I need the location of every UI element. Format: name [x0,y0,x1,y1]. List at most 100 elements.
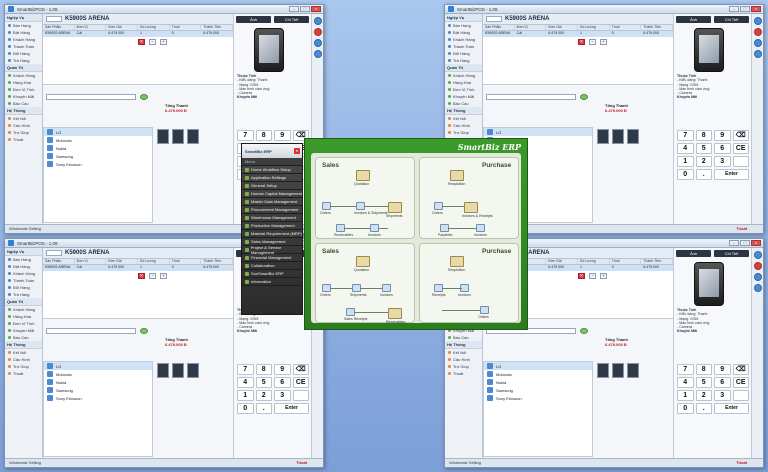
sidebar-item[interactable]: Thanh Toán [5,277,42,284]
nav-section-admin[interactable]: Quản Trị [5,298,42,306]
menu-item[interactable]: Human Capital Management [242,190,302,198]
delete-row-button[interactable]: ✕ [578,39,585,45]
list-item[interactable]: Sony Ericsson [44,160,152,168]
menu-item[interactable]: Financial Management [242,254,302,262]
maximize-button[interactable]: □ [740,6,750,12]
sidebar-item[interactable]: Khuyến Mãi [5,327,42,334]
table-row[interactable]: K5900S ARENA Cái 6.479.000 1 0 6.479.000 [43,265,233,271]
customer-icon[interactable] [580,94,588,100]
sidebar-item[interactable]: Đơn Vị Tính [445,86,482,93]
sidebar-item[interactable]: Khách Hàng [5,306,42,313]
delete-row-button[interactable]: ✕ [138,273,145,279]
sidebar-item[interactable]: Hàng Hóa [5,79,42,86]
process-node[interactable] [476,224,485,232]
list-item[interactable]: Samsung [44,386,152,394]
cancel-icon[interactable] [753,262,762,270]
sidebar-item[interactable]: Khách Hàng [5,270,42,277]
numpad-key[interactable]: 2 [255,390,272,401]
column-header[interactable]: Đơn Vị [515,25,547,30]
process-node[interactable] [370,224,379,232]
numpad-key[interactable] [732,390,749,401]
sidebar-item[interactable]: Trả Hàng [445,57,482,64]
sidebar-item[interactable]: Cấu Hình [445,356,482,363]
sidebar-item[interactable]: Trả Hàng [5,57,42,64]
numpad-key[interactable]: 0 [677,403,694,414]
menu-item[interactable]: Material Requirement (MRP) [242,230,302,238]
delete-row-button[interactable]: ✕ [138,39,145,45]
sidebar-item[interactable]: Báo Cáo [5,100,42,107]
process-node[interactable] [356,256,370,267]
sidebar-item[interactable]: Khuyến Mãi [5,93,42,100]
process-node[interactable] [388,202,402,213]
sidebar-item[interactable]: Trợ Giúp [445,129,482,136]
list-item[interactable]: Samsung [44,152,152,160]
decrease-qty-button[interactable]: − [149,39,156,45]
tab-detail[interactable]: Chi Tiết [714,16,749,23]
sidebar-item[interactable]: Đặt Hàng [5,263,42,270]
column-header[interactable]: Thành Tiền [201,25,234,30]
numpad-key[interactable]: 9 [714,130,731,141]
increase-qty-button[interactable]: + [600,39,607,45]
customer-select[interactable] [46,328,136,334]
list-item[interactable]: Nokia [44,378,152,386]
process-node[interactable] [450,256,464,267]
list-item[interactable]: Nokia [484,378,592,386]
numpad-key[interactable]: 3 [274,390,291,401]
column-header[interactable]: Đơn Giá [546,25,579,30]
sidebar-item[interactable]: Cấu Hình [5,122,42,129]
print-icon[interactable] [753,273,762,281]
customer-icon[interactable] [140,328,148,334]
menu-item[interactable]: General Setup [242,182,302,190]
column-header[interactable]: Thuế [610,259,642,264]
process-node[interactable] [480,306,489,314]
search-icon[interactable] [753,251,762,259]
sidebar-item[interactable]: Báo Cáo [445,100,482,107]
product-thumbnail[interactable] [627,129,639,144]
numpad-key[interactable]: 4 [237,377,254,388]
sidebar-item[interactable]: Đổi Hàng [445,50,482,57]
sidebar-item[interactable]: Cấu Hình [445,122,482,129]
exit-button[interactable]: Thoát [296,459,307,467]
numpad-key[interactable]: 7 [237,364,254,375]
numpad-key[interactable]: 9 [274,364,291,375]
numpad-key[interactable]: . [695,403,712,414]
numpad-key[interactable]: 4 [677,143,694,154]
numpad-key[interactable]: ⌫ [292,364,309,375]
search-icon[interactable] [753,17,762,25]
column-header[interactable]: Sản Phẩm [483,25,515,30]
sidebar-item[interactable]: Khách Hàng [5,36,42,43]
sidebar-item[interactable]: Thanh Toán [445,43,482,50]
column-header[interactable]: Thuế [170,25,202,30]
numpad-key[interactable]: 1 [677,390,694,401]
sidebar-item[interactable]: Khuyến Mãi [445,93,482,100]
sidebar-item[interactable]: Khách Hàng [445,72,482,79]
sidebar-item[interactable]: Hàng Hóa [445,79,482,86]
sidebar-item[interactable]: Trợ Giúp [5,129,42,136]
numpad-key[interactable]: 8 [695,130,712,141]
product-thumbnail[interactable] [597,129,609,144]
customer-select[interactable] [46,94,136,100]
sidebar-item[interactable]: Thoát [5,370,42,377]
numpad-key[interactable] [292,390,309,401]
close-button[interactable]: × [751,6,761,12]
nav-section-system[interactable]: Hệ Thống [5,107,42,115]
numpad-key[interactable]: 5 [695,143,712,154]
list-item[interactable]: Sony Ericsson [44,394,152,402]
sidebar-item[interactable]: Bán Hàng [5,256,42,263]
numpad-key[interactable]: CE [732,143,749,154]
close-button[interactable]: × [311,6,321,12]
numpad-key[interactable] [732,156,749,167]
sidebar-item[interactable]: Thoát [5,136,42,143]
barcode-input[interactable] [486,16,502,22]
numpad-key[interactable]: 4 [677,377,694,388]
menu-item[interactable]: Production Management [242,222,302,230]
column-header[interactable]: Số Lượng [578,259,610,264]
column-header[interactable]: Số Lượng [578,25,610,30]
numpad-key[interactable]: Enter [714,169,749,180]
close-icon[interactable]: × [294,148,300,154]
numpad-key[interactable]: 3 [714,390,731,401]
sidebar-item[interactable]: Thoát [445,370,482,377]
search-icon[interactable] [313,17,322,25]
settings-icon[interactable] [753,284,762,292]
numpad-key[interactable]: 0 [677,169,694,180]
